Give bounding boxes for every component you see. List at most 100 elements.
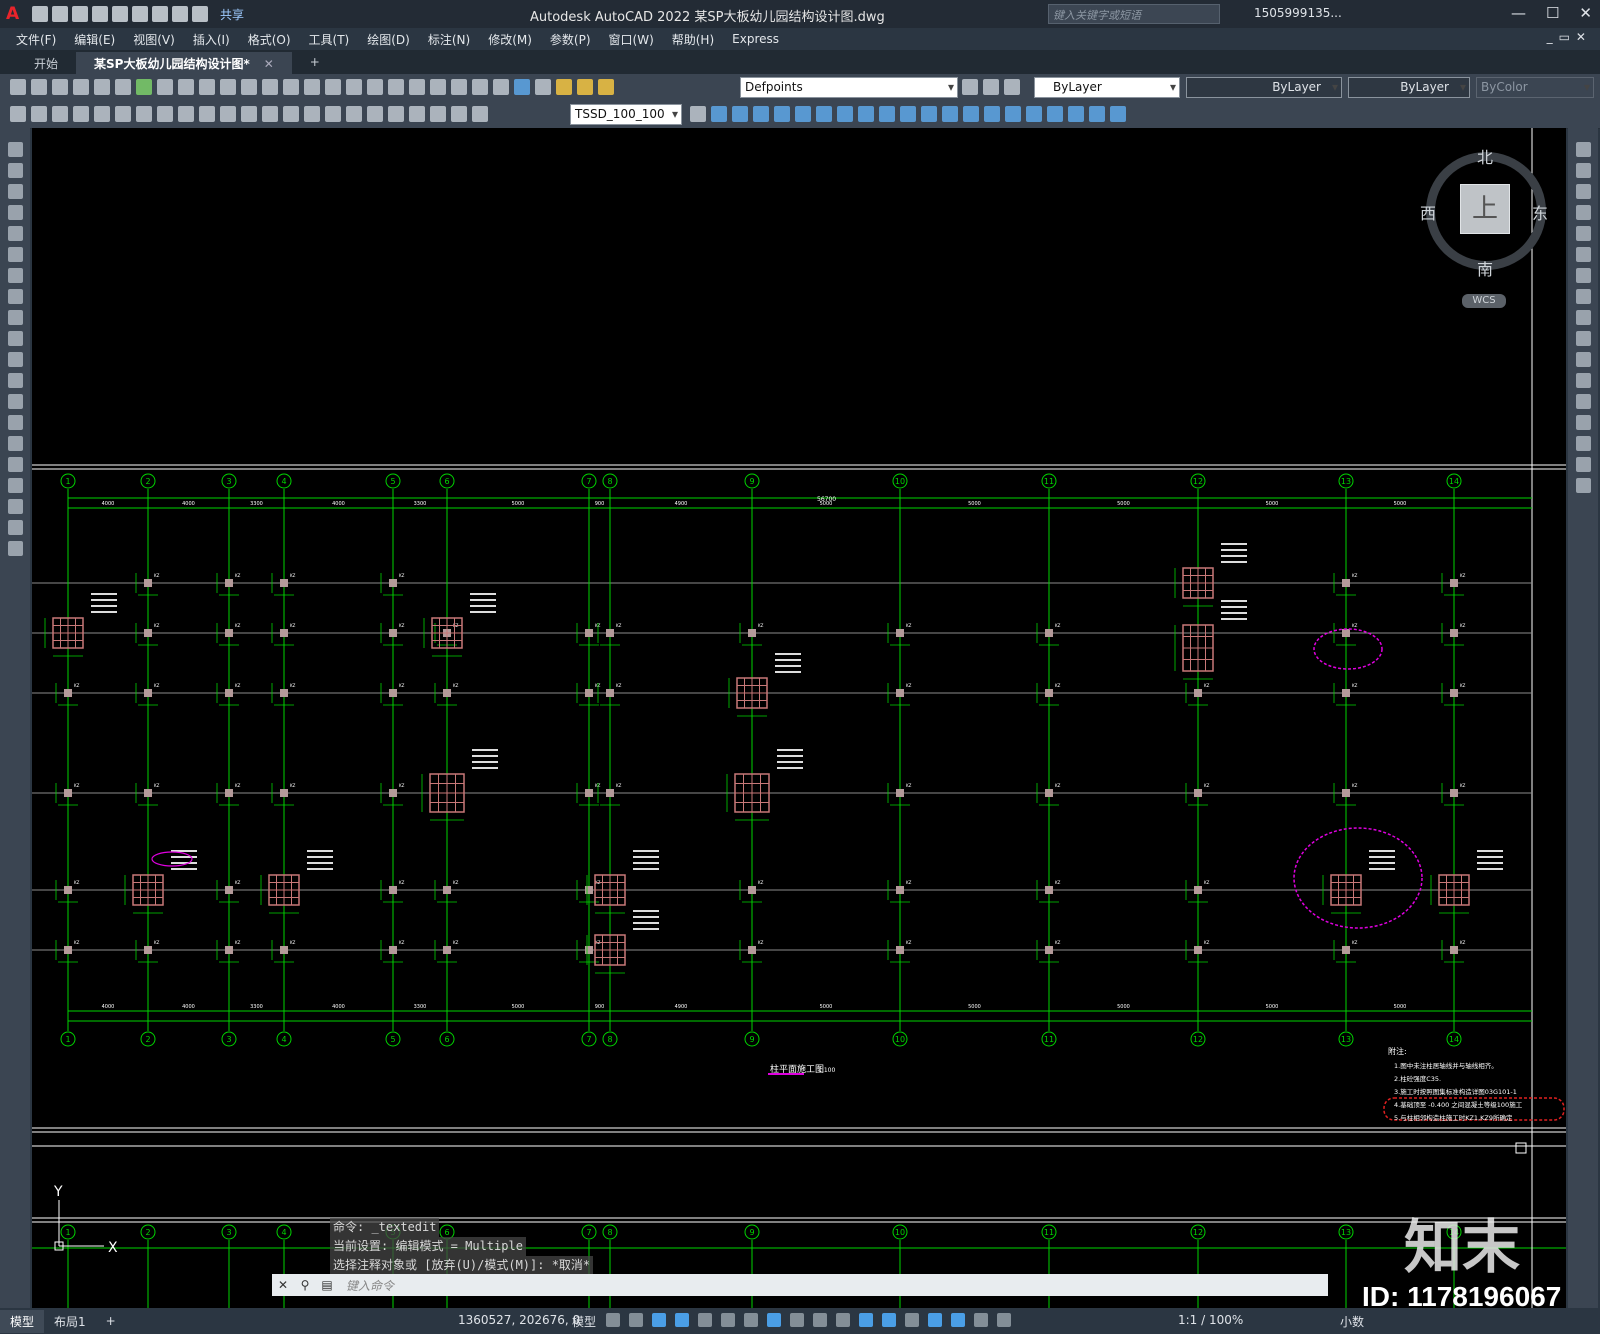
layer-on-icon[interactable] (556, 79, 572, 95)
open-web-icon[interactable] (112, 6, 128, 22)
pan-icon[interactable] (304, 79, 320, 95)
tab-drawing[interactable]: 某SP大板幼儿园结构设计图* ✕ (76, 52, 292, 74)
menu-dimension[interactable]: 标注(N) (428, 31, 470, 48)
help-search-input[interactable]: 键入关键字或短语 (1048, 4, 1220, 24)
layer-dropdown[interactable]: Defpoints (740, 77, 958, 98)
gradient-icon[interactable] (7, 457, 23, 472)
table-icon[interactable] (7, 499, 23, 514)
annotation-scale[interactable]: 1:1 / 100% (1178, 1313, 1243, 1327)
tool-palettes-icon[interactable] (430, 79, 446, 95)
polar-icon[interactable] (698, 1313, 712, 1327)
app-menu-button[interactable]: A (6, 4, 28, 24)
viewcube-south[interactable]: 南 (1477, 256, 1493, 280)
menu-tools[interactable]: 工具(T) (309, 31, 350, 48)
snap-icon[interactable] (629, 1313, 643, 1327)
menu-insert[interactable]: 插入(I) (193, 31, 230, 48)
mod-10-icon[interactable] (900, 106, 916, 122)
array-icon[interactable] (1575, 226, 1591, 241)
close-button[interactable]: ✕ (1579, 4, 1592, 22)
calculator-icon[interactable] (493, 79, 509, 95)
auto-scale-icon[interactable] (974, 1313, 988, 1327)
rectangle-icon[interactable] (7, 226, 23, 241)
layer-state-icon[interactable] (1004, 79, 1020, 95)
join-icon[interactable] (1575, 394, 1591, 409)
layer-lock-icon[interactable] (598, 79, 614, 95)
mod-18-icon[interactable] (1068, 106, 1084, 122)
mod-8-icon[interactable] (858, 106, 874, 122)
tab-model[interactable]: 模型 (0, 1309, 45, 1333)
hatch-icon[interactable] (7, 436, 23, 451)
publish-icon[interactable] (115, 79, 131, 95)
3d-osnap-icon[interactable] (859, 1313, 873, 1327)
sheet-set-icon[interactable] (451, 79, 467, 95)
gizmo-icon[interactable] (928, 1313, 942, 1327)
mod-15-icon[interactable] (1005, 106, 1021, 122)
erase-icon[interactable] (1575, 142, 1591, 157)
inspection-icon[interactable] (388, 106, 404, 122)
mirror-icon[interactable] (1575, 184, 1591, 199)
customize-icon[interactable]: ⚲ (294, 1278, 316, 1292)
ordinate-dim-icon[interactable] (136, 106, 152, 122)
block-editor-icon[interactable] (241, 79, 257, 95)
trim-icon[interactable] (1575, 331, 1591, 346)
new-icon[interactable] (10, 79, 26, 95)
polygon-icon[interactable] (7, 205, 23, 220)
lineweight-dropdown[interactable]: ByLayer (1348, 77, 1470, 98)
tool-2-icon[interactable] (31, 106, 47, 122)
polyline-icon[interactable] (7, 184, 23, 199)
undo-icon[interactable] (262, 79, 278, 95)
new-icon[interactable] (32, 6, 48, 22)
aligned-dim-icon[interactable] (94, 106, 110, 122)
redo-icon[interactable] (283, 79, 299, 95)
tab-layout1[interactable]: 布局1 (44, 1310, 96, 1333)
region-icon[interactable] (7, 478, 23, 493)
design-center-icon[interactable] (409, 79, 425, 95)
mod-11-icon[interactable] (921, 106, 937, 122)
arc-length-icon[interactable] (115, 106, 131, 122)
save-web-icon[interactable] (132, 6, 148, 22)
scale-icon[interactable] (1575, 289, 1591, 304)
layer-properties-icon[interactable] (535, 79, 551, 95)
mod-13-icon[interactable] (963, 106, 979, 122)
tool-3-icon[interactable] (52, 106, 68, 122)
transparency-icon[interactable] (813, 1313, 827, 1327)
drawing-canvas[interactable]: 1 1 4000 4000 2 2 4000 4000 3 3 3300 3300 4 4 4000 4000… (32, 128, 1566, 1308)
mod-17-icon[interactable] (1047, 106, 1063, 122)
menu-file[interactable]: 文件(F) (16, 31, 56, 48)
construction-line-icon[interactable] (7, 163, 23, 178)
plotstyle-dropdown[interactable]: ByColor (1476, 77, 1594, 98)
mod-9-icon[interactable] (879, 106, 895, 122)
viewcube-top-face[interactable]: 上 (1460, 184, 1510, 234)
dim-text-edit-icon[interactable] (451, 106, 467, 122)
selection-cycling-icon[interactable] (836, 1313, 850, 1327)
mod-1-icon[interactable] (711, 106, 727, 122)
mod-14-icon[interactable] (984, 106, 1000, 122)
dim-break-icon[interactable] (325, 106, 341, 122)
dimstyle-icon[interactable] (690, 106, 706, 122)
fillet-icon[interactable] (1575, 436, 1591, 451)
menu-express[interactable]: Express (732, 32, 779, 46)
maximize-button[interactable]: ☐ (1546, 4, 1559, 22)
baseline-dim-icon[interactable] (262, 106, 278, 122)
undo-icon[interactable] (172, 6, 188, 22)
paste-icon[interactable] (199, 79, 215, 95)
arc-icon[interactable] (7, 247, 23, 262)
diameter-dim-icon[interactable] (199, 106, 215, 122)
tolerance-icon[interactable] (346, 106, 362, 122)
ellipse-icon[interactable] (7, 331, 23, 346)
user-account[interactable]: 1505999135... (1254, 6, 1342, 20)
add-layout-button[interactable]: + (96, 1311, 126, 1331)
save-as-icon[interactable] (92, 6, 108, 22)
dim-update-icon[interactable] (472, 106, 488, 122)
dim-edit-icon[interactable] (430, 106, 446, 122)
linear-dim-icon[interactable] (73, 106, 89, 122)
viewcube-west[interactable]: 西 (1420, 200, 1436, 224)
stretch-icon[interactable] (1575, 310, 1591, 325)
mod-20-icon[interactable] (1110, 106, 1126, 122)
mod-7-icon[interactable] (837, 106, 853, 122)
color-dropdown[interactable]: ByLayer (1034, 77, 1180, 98)
blend-icon[interactable] (1575, 457, 1591, 472)
command-input[interactable]: 键入命令 (346, 1277, 394, 1294)
lineweight-icon[interactable] (790, 1313, 804, 1327)
mod-12-icon[interactable] (942, 106, 958, 122)
